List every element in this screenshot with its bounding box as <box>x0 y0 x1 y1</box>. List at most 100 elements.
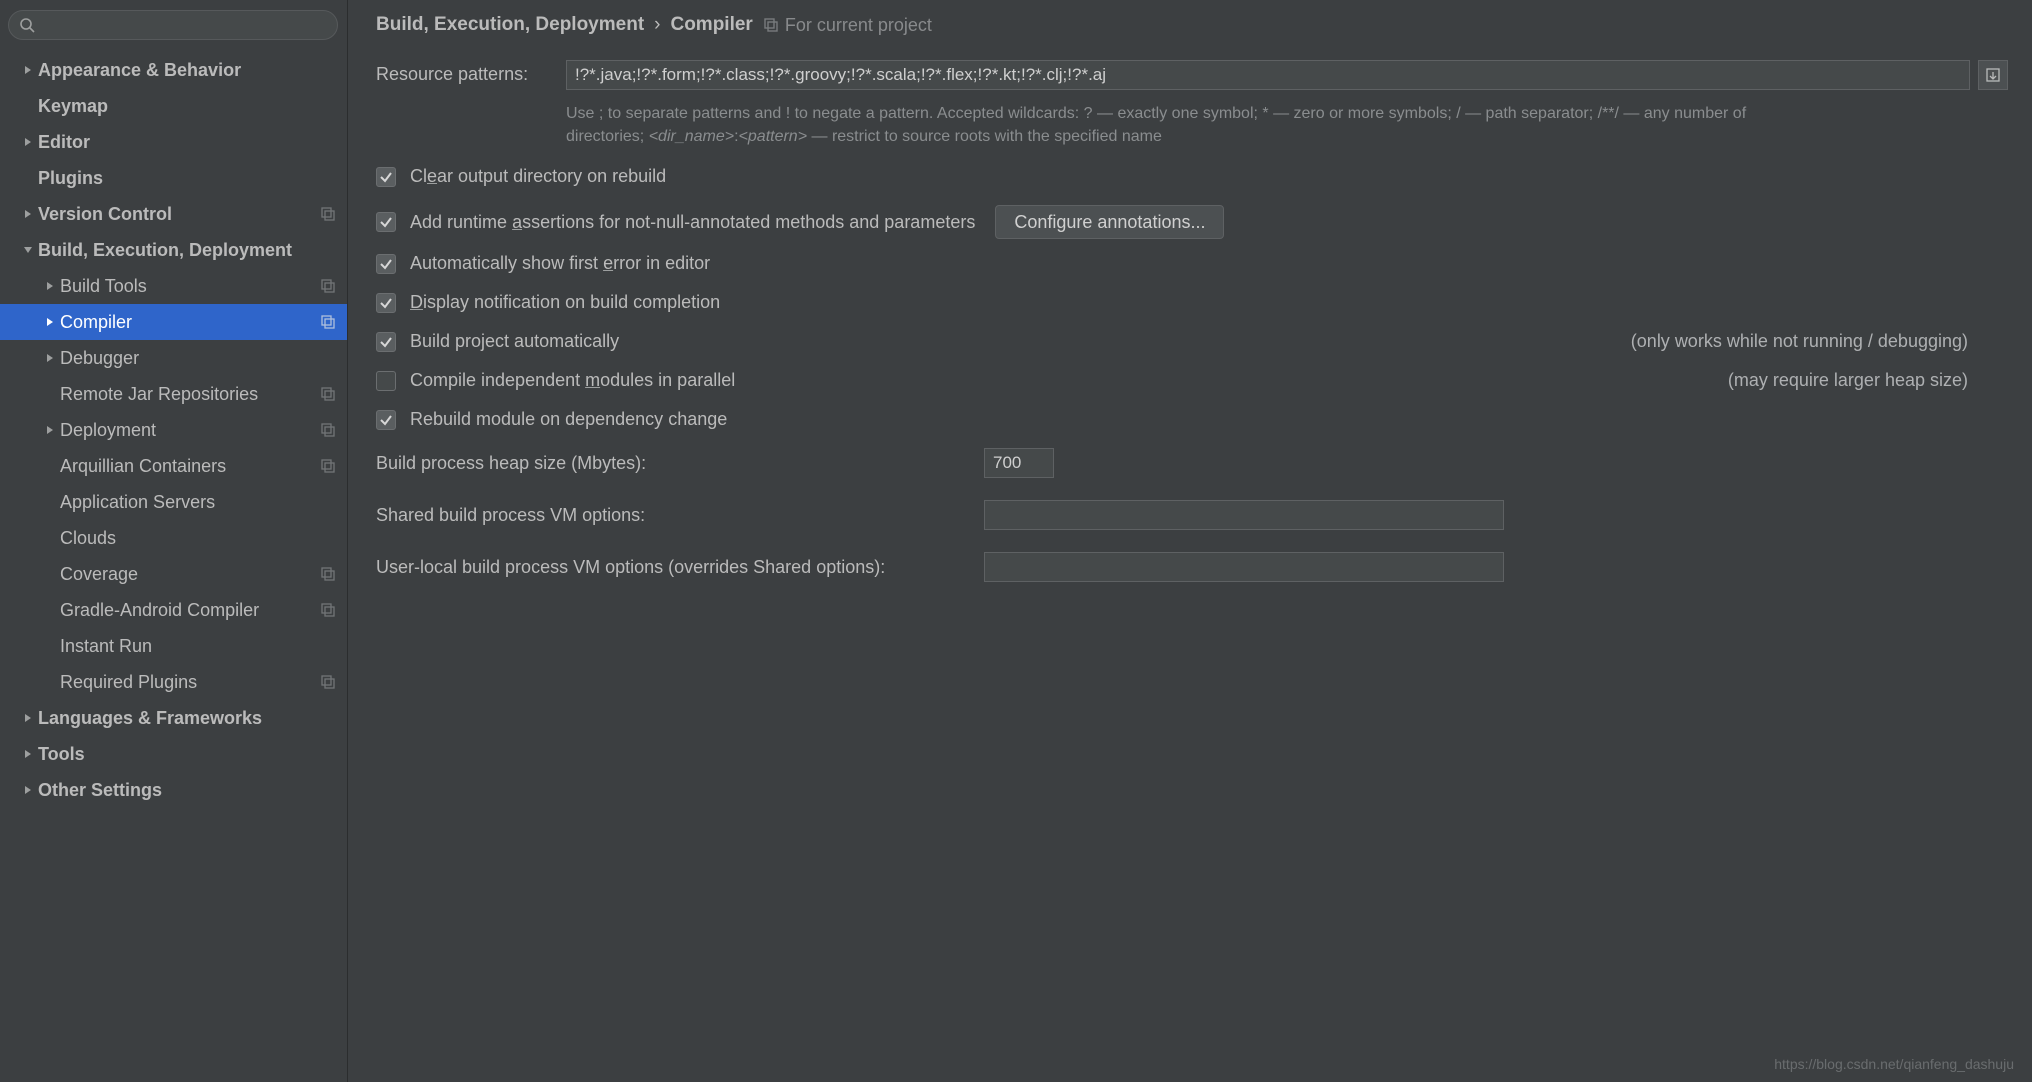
project-scope-icon <box>319 314 337 330</box>
sidebar-item-version-control[interactable]: Version Control <box>0 196 347 232</box>
assertions-row: Add runtime assertions for not-null-anno… <box>376 205 2008 239</box>
heap-size-input[interactable] <box>984 448 1054 478</box>
sidebar-item-remote-jar-repositories[interactable]: Remote Jar Repositories <box>0 376 347 412</box>
user-vm-input[interactable] <box>984 552 1504 582</box>
chevron-right-icon <box>18 785 38 795</box>
sidebar-item-deployment[interactable]: Deployment <box>0 412 347 448</box>
settings-main: Build, Execution, Deployment › Compiler … <box>348 0 2032 1082</box>
chevron-right-icon <box>18 749 38 759</box>
clear-output-checkbox[interactable] <box>376 167 396 187</box>
chevron-down-icon <box>18 245 38 255</box>
sidebar-item-build-execution-deployment[interactable]: Build, Execution, Deployment <box>0 232 347 268</box>
sidebar-item-editor[interactable]: Editor <box>0 124 347 160</box>
resource-patterns-input[interactable] <box>566 60 1970 90</box>
sidebar-item-label: Version Control <box>38 204 319 225</box>
sidebar-item-label: Remote Jar Repositories <box>60 384 319 405</box>
sidebar-item-application-servers[interactable]: Application Servers <box>0 484 347 520</box>
breadcrumb-separator: › <box>654 14 660 36</box>
resource-patterns-row: Resource patterns: <box>376 60 2008 90</box>
chevron-right-icon <box>40 353 60 363</box>
configure-annotations-button[interactable]: Configure annotations... <box>995 205 1224 239</box>
sidebar-item-label: Arquillian Containers <box>60 456 319 477</box>
settings-tree: Appearance & Behavior Keymap Editor Plugins… <box>0 48 347 808</box>
shared-vm-input[interactable] <box>984 500 1504 530</box>
scope-label: For current project <box>785 15 932 36</box>
clear-output-checkbox-row[interactable]: Clear output directory on rebuild <box>376 166 2008 187</box>
sidebar-item-label: Editor <box>38 132 337 153</box>
assertions-label: Add runtime assertions for not-null-anno… <box>410 212 975 233</box>
auto-build-checkbox[interactable] <box>376 332 396 352</box>
sidebar-item-gradle-android-compiler[interactable]: Gradle-Android Compiler <box>0 592 347 628</box>
sidebar-item-label: Build Tools <box>60 276 319 297</box>
sidebar-item-compiler[interactable]: Compiler <box>0 304 347 340</box>
rebuild-dep-checkbox-row[interactable]: Rebuild module on dependency change <box>376 409 2008 430</box>
clear-output-label: Clear output directory on rebuild <box>410 166 666 187</box>
project-scope-icon <box>319 674 337 690</box>
sidebar-item-build-tools[interactable]: Build Tools <box>0 268 347 304</box>
sidebar-item-label: Tools <box>38 744 337 765</box>
assertions-checkbox-row[interactable]: Add runtime assertions for not-null-anno… <box>376 212 975 233</box>
notify-label: Display notification on build completion <box>410 292 720 313</box>
sidebar-item-label: Languages & Frameworks <box>38 708 337 729</box>
auto-build-checkbox-row[interactable]: Build project automatically (only works … <box>376 331 2008 352</box>
parallel-label: Compile independent modules in parallel <box>410 370 735 391</box>
assertions-checkbox[interactable] <box>376 212 396 232</box>
chevron-right-icon <box>18 137 38 147</box>
first-error-checkbox[interactable] <box>376 254 396 274</box>
scope-badge: For current project <box>763 15 932 36</box>
sidebar-item-label: Required Plugins <box>60 672 319 693</box>
notify-checkbox-row[interactable]: Display notification on build completion <box>376 292 2008 313</box>
chevron-right-icon <box>18 209 38 219</box>
watermark: https://blog.csdn.net/qianfeng_dashuju <box>1774 1056 2014 1072</box>
sidebar-item-keymap[interactable]: Keymap <box>0 88 347 124</box>
sidebar-item-clouds[interactable]: Clouds <box>0 520 347 556</box>
sidebar-item-coverage[interactable]: Coverage <box>0 556 347 592</box>
sidebar-item-label: Other Settings <box>38 780 337 801</box>
sidebar-item-label: Instant Run <box>60 636 337 657</box>
rebuild-dep-label: Rebuild module on dependency change <box>410 409 727 430</box>
resource-patterns-label: Resource patterns: <box>376 60 566 85</box>
shared-vm-row: Shared build process VM options: <box>376 500 2008 530</box>
resource-patterns-help: Use ; to separate patterns and ! to nega… <box>566 102 1826 148</box>
rebuild-dep-checkbox[interactable] <box>376 410 396 430</box>
user-vm-row: User-local build process VM options (ove… <box>376 552 2008 582</box>
sidebar-item-label: Coverage <box>60 564 319 585</box>
settings-search[interactable] <box>8 10 338 40</box>
sidebar-item-label: Debugger <box>60 348 337 369</box>
parallel-checkbox[interactable] <box>376 371 396 391</box>
sidebar-item-debugger[interactable]: Debugger <box>0 340 347 376</box>
sidebar-item-other-settings[interactable]: Other Settings <box>0 772 347 808</box>
sidebar-item-arquillian-containers[interactable]: Arquillian Containers <box>0 448 347 484</box>
sidebar-item-appearance-behavior[interactable]: Appearance & Behavior <box>0 52 347 88</box>
settings-search-input[interactable] <box>41 16 327 34</box>
chevron-right-icon <box>18 713 38 723</box>
project-scope-icon <box>319 278 337 294</box>
heap-size-label: Build process heap size (Mbytes): <box>376 453 984 474</box>
sidebar-item-languages-frameworks[interactable]: Languages & Frameworks <box>0 700 347 736</box>
project-scope-icon <box>763 17 779 33</box>
chevron-right-icon <box>40 317 60 327</box>
sidebar-item-instant-run[interactable]: Instant Run <box>0 628 347 664</box>
sidebar-item-label: Keymap <box>38 96 337 117</box>
expand-icon <box>1985 67 2001 83</box>
project-scope-icon <box>319 386 337 402</box>
sidebar-item-label: Plugins <box>38 168 337 189</box>
sidebar-item-tools[interactable]: Tools <box>0 736 347 772</box>
user-vm-label: User-local build process VM options (ove… <box>376 557 984 578</box>
project-scope-icon <box>319 566 337 582</box>
parallel-checkbox-row[interactable]: Compile independent modules in parallel … <box>376 370 2008 391</box>
search-icon <box>19 17 35 33</box>
chevron-right-icon <box>18 65 38 75</box>
chevron-right-icon <box>40 425 60 435</box>
heap-size-row: Build process heap size (Mbytes): <box>376 448 2008 478</box>
chevron-right-icon <box>40 281 60 291</box>
parallel-aux: (may require larger heap size) <box>1728 370 2008 391</box>
sidebar-item-plugins[interactable]: Plugins <box>0 160 347 196</box>
notify-checkbox[interactable] <box>376 293 396 313</box>
auto-build-aux: (only works while not running / debuggin… <box>1631 331 2008 352</box>
first-error-checkbox-row[interactable]: Automatically show first error in editor <box>376 253 2008 274</box>
shared-vm-label: Shared build process VM options: <box>376 505 984 526</box>
expand-input-button[interactable] <box>1978 60 2008 90</box>
sidebar-item-required-plugins[interactable]: Required Plugins <box>0 664 347 700</box>
project-scope-icon <box>319 458 337 474</box>
